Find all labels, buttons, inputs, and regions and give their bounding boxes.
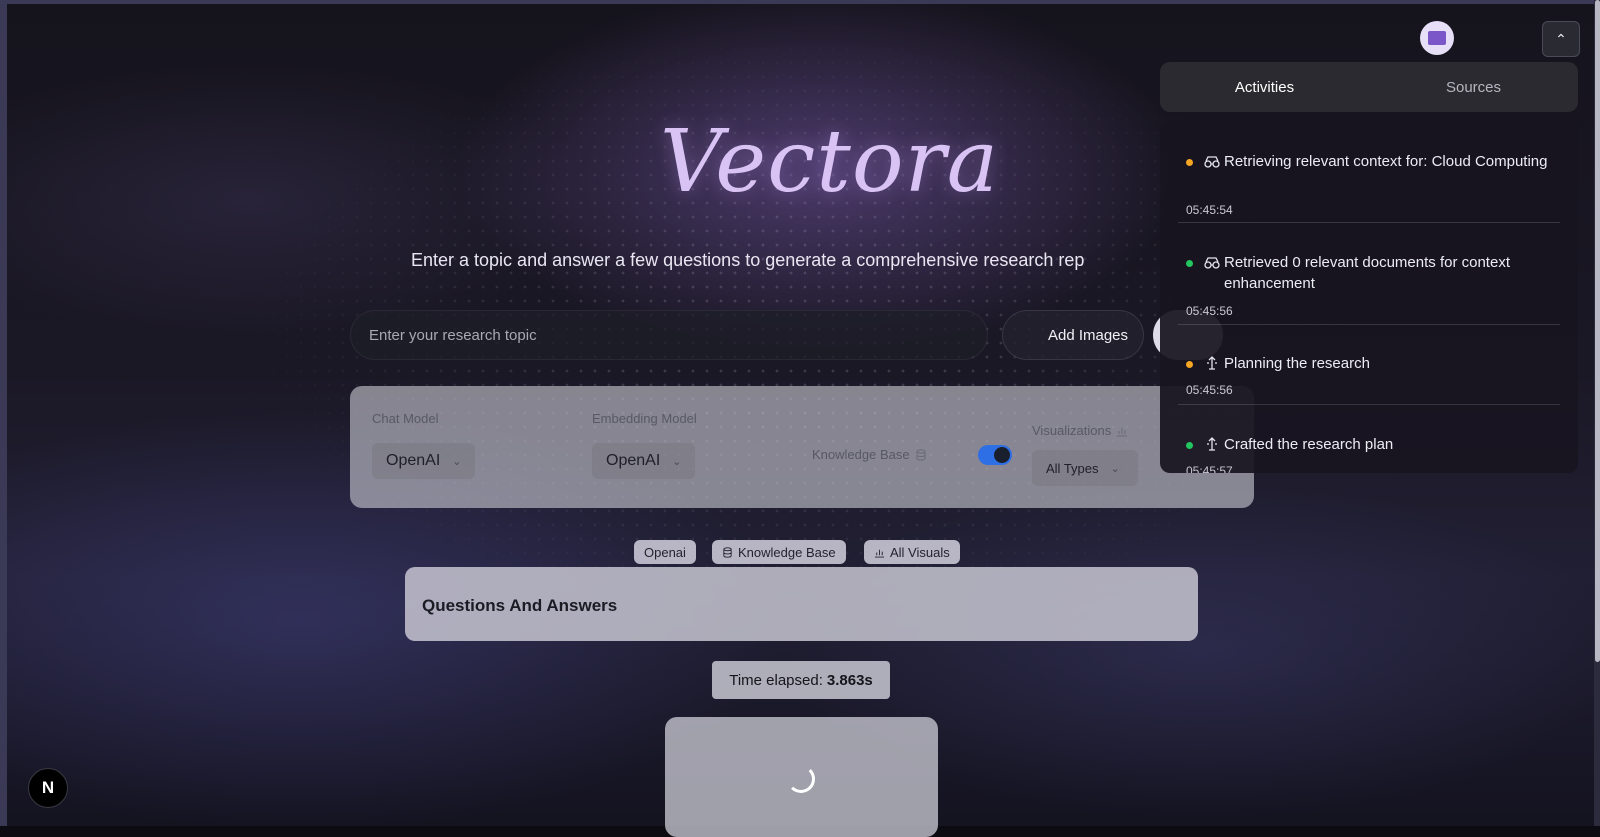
chip-openai: Openai: [634, 540, 696, 564]
panel-tabs: Activities Sources: [1160, 62, 1578, 112]
status-dot-done: [1186, 442, 1193, 449]
app-logo: Vectora: [660, 112, 999, 212]
knowledge-base-label-row: Knowledge Base: [812, 447, 927, 462]
planning-icon: [1207, 437, 1217, 451]
activities-panel: Retrieving relevant context for: Cloud C…: [1160, 121, 1578, 473]
tab-activities[interactable]: Activities: [1160, 62, 1369, 112]
chip-label: All Visuals: [890, 544, 950, 560]
time-elapsed-value: 3.863s: [826, 671, 873, 689]
chat-model-select[interactable]: OpenAI ⌄: [372, 443, 475, 479]
planning-icon: [1207, 356, 1217, 370]
questions-answers-card: Questions And Answers: [405, 567, 1198, 641]
activity-time: 05:45:56: [1186, 304, 1233, 318]
knowledge-base-label: Knowledge Base: [812, 447, 910, 462]
activity-text: Planning the research: [1224, 355, 1370, 372]
chip-knowledge-base: Knowledge Base: [712, 540, 846, 564]
glasses-icon: [1204, 257, 1220, 269]
chat-model-value: OpenAI: [386, 452, 441, 469]
activity-time: 05:45:54: [1186, 203, 1233, 217]
tagline: Enter a topic and answer a few questions…: [411, 250, 1085, 270]
loading-card: [665, 717, 938, 837]
window-frame-left: [0, 0, 7, 826]
chevron-down-icon: ⌄: [1110, 462, 1120, 475]
status-dot-pending: [1186, 159, 1193, 166]
chevron-down-icon: ⌄: [672, 455, 682, 468]
chevron-up-icon: ⌃: [1555, 30, 1567, 47]
collapse-panel-button[interactable]: ⌃: [1542, 21, 1580, 57]
visualizations-select[interactable]: All Types ⌄: [1032, 450, 1138, 486]
status-dot-done: [1186, 260, 1193, 267]
activity-text: Retrieved 0 relevant documents for conte…: [1224, 254, 1510, 292]
chip-all-visuals: All Visuals: [864, 540, 960, 564]
activity-text: Retrieving relevant context for: Cloud C…: [1224, 153, 1548, 170]
visualizations-label-row: Visualizations: [1032, 423, 1128, 438]
divider: [1178, 222, 1560, 223]
scrollbar-track[interactable]: [1594, 0, 1600, 826]
activity-text: Crafted the research plan: [1224, 436, 1394, 453]
activity-time: 05:45:57: [1186, 464, 1233, 473]
scrollbar-thumb[interactable]: [1595, 0, 1600, 662]
embedding-model-value: OpenAI: [606, 452, 661, 469]
database-icon: [916, 448, 926, 461]
avatar-icon: [1428, 31, 1446, 45]
activity-time: 05:45:56: [1186, 383, 1233, 397]
user-avatar[interactable]: [1420, 21, 1454, 55]
add-images-label: Add Images: [1047, 326, 1129, 344]
nextjs-logo: N: [41, 778, 55, 797]
window-frame-top: [0, 0, 1600, 4]
bar-chart-icon: [874, 549, 885, 558]
visualizations-label: Visualizations: [1032, 423, 1112, 438]
knowledge-base-toggle[interactable]: [978, 445, 1012, 465]
database-icon: [723, 546, 732, 558]
chip-label: Knowledge Base: [738, 544, 836, 560]
time-elapsed-label: Time elapsed:: [729, 671, 823, 689]
time-elapsed: Time elapsed: 3.863s: [712, 661, 890, 699]
tab-sources[interactable]: Sources: [1369, 62, 1578, 112]
glasses-icon: [1204, 156, 1220, 168]
divider: [1178, 404, 1560, 405]
visualizations-value: All Types: [1046, 460, 1099, 476]
chevron-down-icon: ⌄: [452, 455, 462, 468]
chat-model-label: Chat Model: [372, 411, 439, 426]
embedding-model-label: Embedding Model: [592, 411, 697, 426]
spinner-icon: [787, 765, 815, 793]
chip-label: Openai: [644, 544, 686, 560]
nextjs-dev-badge[interactable]: N: [28, 768, 68, 808]
bar-chart-icon: [1117, 427, 1128, 436]
status-dot-pending: [1186, 361, 1193, 368]
settings-panel: Chat Model OpenAI ⌄ Embedding Model Open…: [350, 386, 1254, 508]
embedding-model-select[interactable]: OpenAI ⌄: [592, 443, 695, 479]
research-topic-input[interactable]: [350, 310, 988, 360]
questions-answers-title: Questions And Answers: [422, 596, 618, 615]
divider: [1178, 324, 1560, 325]
add-images-button[interactable]: Add Images: [1002, 310, 1144, 360]
